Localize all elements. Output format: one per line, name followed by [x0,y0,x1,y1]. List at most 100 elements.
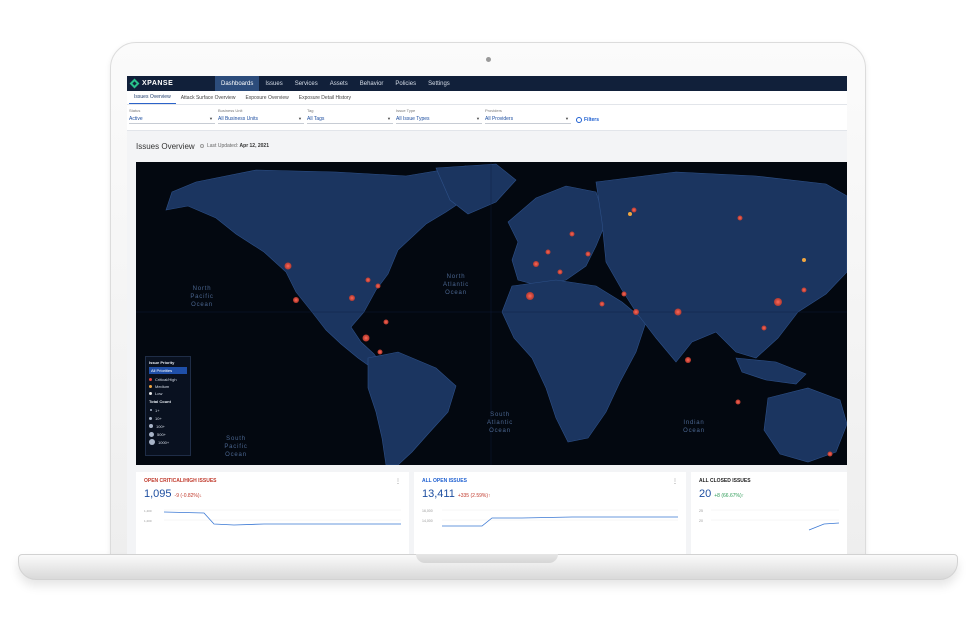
issue-marker[interactable] [526,292,534,300]
tab-attack-surface-overview[interactable]: Attack Surface Overview [176,95,241,104]
filter-providers: Providers All Providers ▼ [485,108,571,124]
issue-type-select[interactable]: All Issue Types ▼ [396,114,482,124]
legend-low[interactable]: Low [149,390,187,397]
card-delta: +335 (2.59%)↑ [457,493,491,499]
tab-exposure-detail-history[interactable]: Exposure Detail History [294,95,356,104]
caret-down-icon: ▼ [209,116,213,121]
legend-item-label: Medium [155,384,170,389]
tag-select[interactable]: All Tags ▼ [307,114,393,124]
filter-value: All Business Units [218,115,259,122]
legend-priority-title: Issue Priority [149,360,175,365]
issue-marker[interactable] [801,287,807,293]
filter-business-unit: Business Unit All Business Units ▼ [218,108,304,124]
issue-marker[interactable] [685,357,691,363]
issue-marker[interactable] [533,261,539,267]
landmass-africa [501,279,647,443]
laptop-notch [416,554,558,563]
legend-item-label: Critical/High [155,377,177,382]
issue-marker[interactable] [761,325,767,331]
world-map[interactable]: North Pacific Ocean North Atlantic Ocean Sou… [136,162,847,465]
legend-count-label: 500+ [157,431,167,437]
issue-marker[interactable] [633,309,639,315]
count-circle-icon [149,416,152,420]
issue-marker[interactable] [774,298,782,306]
legend-medium[interactable]: Medium [149,383,187,390]
card-sparkline: 1,400 1,200 [144,509,401,526]
providers-select[interactable]: All Providers ▼ [485,114,571,124]
ocean-label-line: Pacific [224,444,247,450]
filters-button-label: Filters [584,117,600,123]
issue-marker[interactable] [284,262,292,270]
world-map-canvas: North Pacific Ocean North Atlantic Ocean Sou… [136,162,847,465]
legend-count-label: 10+ [155,415,162,421]
nav-issues[interactable]: Issues [259,76,288,91]
nav-assets[interactable]: Assets [324,76,354,91]
issue-marker[interactable] [585,251,591,257]
legend-item-label: Low [155,391,163,396]
landmass-southeast-asia [735,357,807,385]
issue-marker[interactable] [737,215,743,221]
legend-critical-high[interactable]: Critical/High [149,376,187,383]
issue-marker[interactable] [545,249,551,255]
tab-issues-overview[interactable]: Issues Overview [129,94,176,104]
card-all-closed[interactable]: ALL CLOSED ISSUES 20 +8 (66.67%)↑ 25 20 [691,472,847,554]
issue-marker[interactable] [557,269,563,275]
main-nav: Dashboards Issues Services Assets Behavi… [215,76,456,91]
ocean-label-south-atlantic: South Atlantic Ocean [487,412,513,434]
legend-count-500: 500+ [149,430,187,438]
ocean-label-line: Ocean [683,428,705,434]
issue-marker[interactable] [674,308,682,316]
card-sparkline: 25 20 [699,509,839,531]
issue-marker[interactable] [631,207,637,213]
caret-down-icon: ▼ [565,116,569,121]
issue-marker[interactable] [375,283,381,289]
nav-dashboards[interactable]: Dashboards [215,76,260,91]
card-sparkline: 16,000 14,000 [422,509,678,527]
business-unit-select[interactable]: All Business Units ▼ [218,114,304,124]
summary-cards: OPEN CRITICAL/HIGH ISSUES ⋮ 1,095 -9 (-0.… [136,472,847,554]
status-select[interactable]: Active ▼ [129,114,215,124]
card-open-critical-high[interactable]: OPEN CRITICAL/HIGH ISSUES ⋮ 1,095 -9 (-0.… [136,472,409,554]
issue-marker[interactable] [383,319,389,325]
filter-value: All Tags [307,115,325,122]
issue-marker[interactable] [349,295,355,301]
ocean-label-line: Ocean [191,302,213,308]
issue-marker[interactable] [599,301,605,307]
issue-marker[interactable] [365,277,371,283]
issue-marker[interactable] [569,231,575,237]
nav-policies[interactable]: Policies [389,76,422,91]
app-logo[interactable]: XPANSE [129,78,215,89]
issue-marker[interactable] [293,297,299,303]
card-metric-row: 13,411 +335 (2.59%)↑ [422,484,678,502]
count-circle-icon [150,409,152,411]
ocean-label-line: Ocean [445,290,467,296]
nav-services[interactable]: Services [289,76,324,91]
issue-marker-medium[interactable] [802,258,806,262]
nav-settings[interactable]: Settings [422,76,456,91]
filters-button[interactable]: Filters [576,117,599,123]
issue-marker[interactable] [827,451,833,457]
filter-value: All Providers [485,115,514,122]
issue-marker[interactable] [362,334,370,342]
card-value: 1,095 [144,488,172,500]
caret-down-icon: ▼ [298,116,302,121]
more-options-icon[interactable]: ⋮ [672,478,678,485]
issue-marker[interactable] [621,291,627,297]
legend-count-label: 100+ [156,423,166,429]
nav-behavior[interactable]: Behavior [354,76,390,91]
issue-marker[interactable] [377,349,383,355]
filter-bar: Status Active ▼ Business Unit All Busines… [127,105,847,131]
filter-issue-type: Issue Type All Issue Types ▼ [396,108,482,124]
card-delta: -9 (-0.82%)↓ [174,493,203,499]
legend-all-priorities[interactable]: All Priorities [149,367,187,374]
more-options-icon[interactable]: ⋮ [395,478,401,485]
card-all-open[interactable]: ALL OPEN ISSUES ⋮ 13,411 +335 (2.59%)↑ 16… [414,472,686,554]
tab-exposure-overview[interactable]: Exposure Overview [240,95,293,104]
card-metric-row: 1,095 -9 (-0.82%)↓ [144,484,401,502]
issue-marker[interactable] [735,399,741,405]
legend-count-1: 1+ [149,406,187,414]
ocean-label-indian: Indian Ocean [683,420,705,434]
top-nav-bar: XPANSE Dashboards Issues Services Assets… [127,76,847,91]
landmass-europe [507,185,607,287]
issue-marker-medium[interactable] [628,212,632,216]
